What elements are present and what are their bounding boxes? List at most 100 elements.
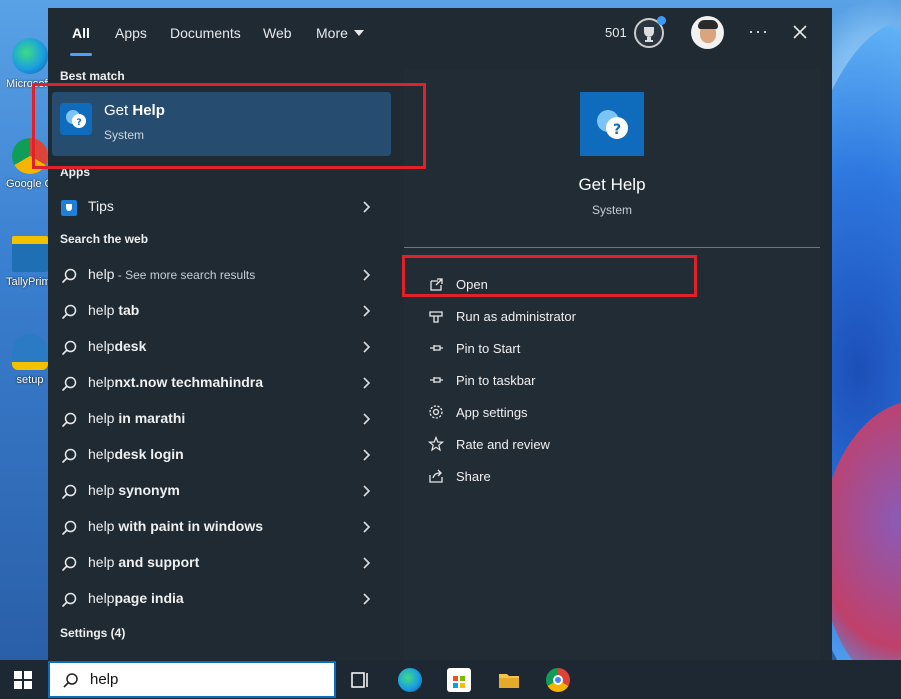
search-icon <box>63 673 78 688</box>
share-icon <box>429 469 443 483</box>
details-title: Get Help <box>578 175 646 194</box>
active-tab-indicator <box>70 53 92 56</box>
chevron-right-icon <box>363 557 371 569</box>
pin-icon <box>430 377 443 383</box>
web-suggestion-label: helpdesk <box>88 338 147 354</box>
get-help-icon: ? <box>580 92 644 156</box>
desktop-icon-label: Google Chrome <box>6 178 54 190</box>
action-label: Share <box>456 469 491 484</box>
task-view-icon[interactable] <box>348 668 372 692</box>
search-icon <box>61 412 77 428</box>
web-suggestion-label: help synonym <box>88 482 180 498</box>
web-suggestion-row[interactable]: helpnxt.now techmahindra <box>48 368 396 398</box>
search-input-value: help <box>90 671 119 688</box>
desktop-icon-tally[interactable]: TallyPrime Edit Log <box>6 236 54 289</box>
store-icon[interactable] <box>447 668 471 692</box>
edge-icon[interactable] <box>398 668 422 692</box>
action-label: App settings <box>456 405 528 420</box>
action-run-as-administrator[interactable]: Run as administrator <box>424 306 724 328</box>
action-share[interactable]: Share <box>424 466 724 488</box>
web-suggestion-row[interactable]: help tab <box>48 296 396 326</box>
web-suggestion-label: helpdesk login <box>88 446 184 462</box>
avatar[interactable] <box>691 16 724 49</box>
action-label: Pin to Start <box>456 341 521 356</box>
gear-icon <box>429 405 443 419</box>
file-explorer-icon[interactable] <box>497 668 521 692</box>
setup-icon <box>12 334 48 370</box>
action-rate-and-review[interactable]: Rate and review <box>424 434 724 456</box>
chevron-right-icon <box>363 269 371 281</box>
chrome-icon[interactable] <box>546 668 570 692</box>
web-suggestion-label: help with paint in windows <box>88 518 264 534</box>
tips-icon <box>61 200 77 216</box>
web-suggestion-label: helpnxt.now techmahindra <box>88 374 264 390</box>
search-icon <box>61 340 77 356</box>
action-label: Pin to taskbar <box>456 373 536 388</box>
web-suggestion-row[interactable]: helppage india <box>48 584 396 614</box>
rewards-points: 501 <box>605 25 627 40</box>
search-topbar: All Apps Documents Web More 501 ··· <box>48 8 832 60</box>
search-icon <box>61 304 77 320</box>
chevron-right-icon <box>363 377 371 389</box>
chevron-right-icon <box>363 449 371 461</box>
search-icon <box>61 268 77 284</box>
notification-dot <box>657 16 666 25</box>
windows-start-icon[interactable] <box>14 671 32 689</box>
close-icon[interactable] <box>788 20 812 44</box>
details-subtitle: System <box>591 203 632 217</box>
desktop-icon-label: setup <box>16 374 44 386</box>
search-icon <box>61 520 77 536</box>
action-label: Run as administrator <box>456 309 576 324</box>
web-suggestion-label: help and support <box>88 554 200 570</box>
desktop-icon-label: TallyPrime Edit Log <box>6 276 54 288</box>
search-icon <box>61 448 77 464</box>
edge-icon <box>12 38 48 74</box>
web-suggestion-row[interactable]: help - See more search results <box>48 260 396 290</box>
action-pin-to-start[interactable]: Pin to Start <box>424 338 724 360</box>
tab-apps[interactable]: Apps <box>115 25 147 41</box>
web-suggestion-row[interactable]: helpdesk login <box>48 440 396 470</box>
tab-more[interactable]: More <box>316 25 364 41</box>
pin-icon <box>430 345 443 351</box>
web-suggestion-row[interactable]: help synonym <box>48 476 396 506</box>
web-suggestion-row[interactable]: help in marathi <box>48 404 396 434</box>
star-icon <box>428 436 444 452</box>
section-search-web: Search the web <box>60 232 149 246</box>
divider <box>404 247 820 248</box>
search-icon <box>61 556 77 572</box>
search-icon <box>61 376 77 392</box>
web-suggestion-row[interactable]: help with paint in windows <box>48 512 396 542</box>
chevron-right-icon <box>363 413 371 425</box>
action-label: Rate and review <box>456 437 550 452</box>
web-suggestion-row[interactable]: helpdesk <box>48 332 396 362</box>
web-suggestion-label: help - See more search results <box>88 266 256 282</box>
web-suggestion-row[interactable]: help and support <box>48 548 396 578</box>
more-options-icon[interactable]: ··· <box>748 21 769 42</box>
section-best-match: Best match <box>60 69 125 83</box>
shield-icon <box>429 311 443 323</box>
chevron-right-icon <box>363 341 371 353</box>
tab-documents[interactable]: Documents <box>170 25 241 41</box>
tab-web[interactable]: Web <box>263 25 292 41</box>
action-pin-to-taskbar[interactable]: Pin to taskbar <box>424 370 724 392</box>
tab-all[interactable]: All <box>72 25 90 41</box>
chevron-right-icon <box>363 201 371 213</box>
chevron-right-icon <box>363 485 371 497</box>
app-result-tips[interactable]: Tips <box>48 192 396 222</box>
search-icon <box>61 592 77 608</box>
taskbar: help <box>0 660 901 699</box>
chevron-right-icon <box>363 593 371 605</box>
desktop-icon-setup[interactable]: setup <box>6 334 54 387</box>
details-pane: ? Get Help System Open Run as administrat… <box>404 70 820 660</box>
chevron-right-icon <box>363 305 371 317</box>
search-icon <box>61 484 77 500</box>
tab-more-label: More <box>316 25 348 41</box>
tally-icon <box>12 236 48 272</box>
section-settings: Settings (4) <box>60 626 126 640</box>
chevron-down-icon <box>353 30 364 36</box>
highlight-open-box <box>402 255 697 297</box>
app-result-label: Tips <box>88 198 114 214</box>
svg-text:?: ? <box>613 122 621 138</box>
action-app-settings[interactable]: App settings <box>424 402 724 424</box>
taskbar-search-input[interactable]: help <box>48 661 336 698</box>
